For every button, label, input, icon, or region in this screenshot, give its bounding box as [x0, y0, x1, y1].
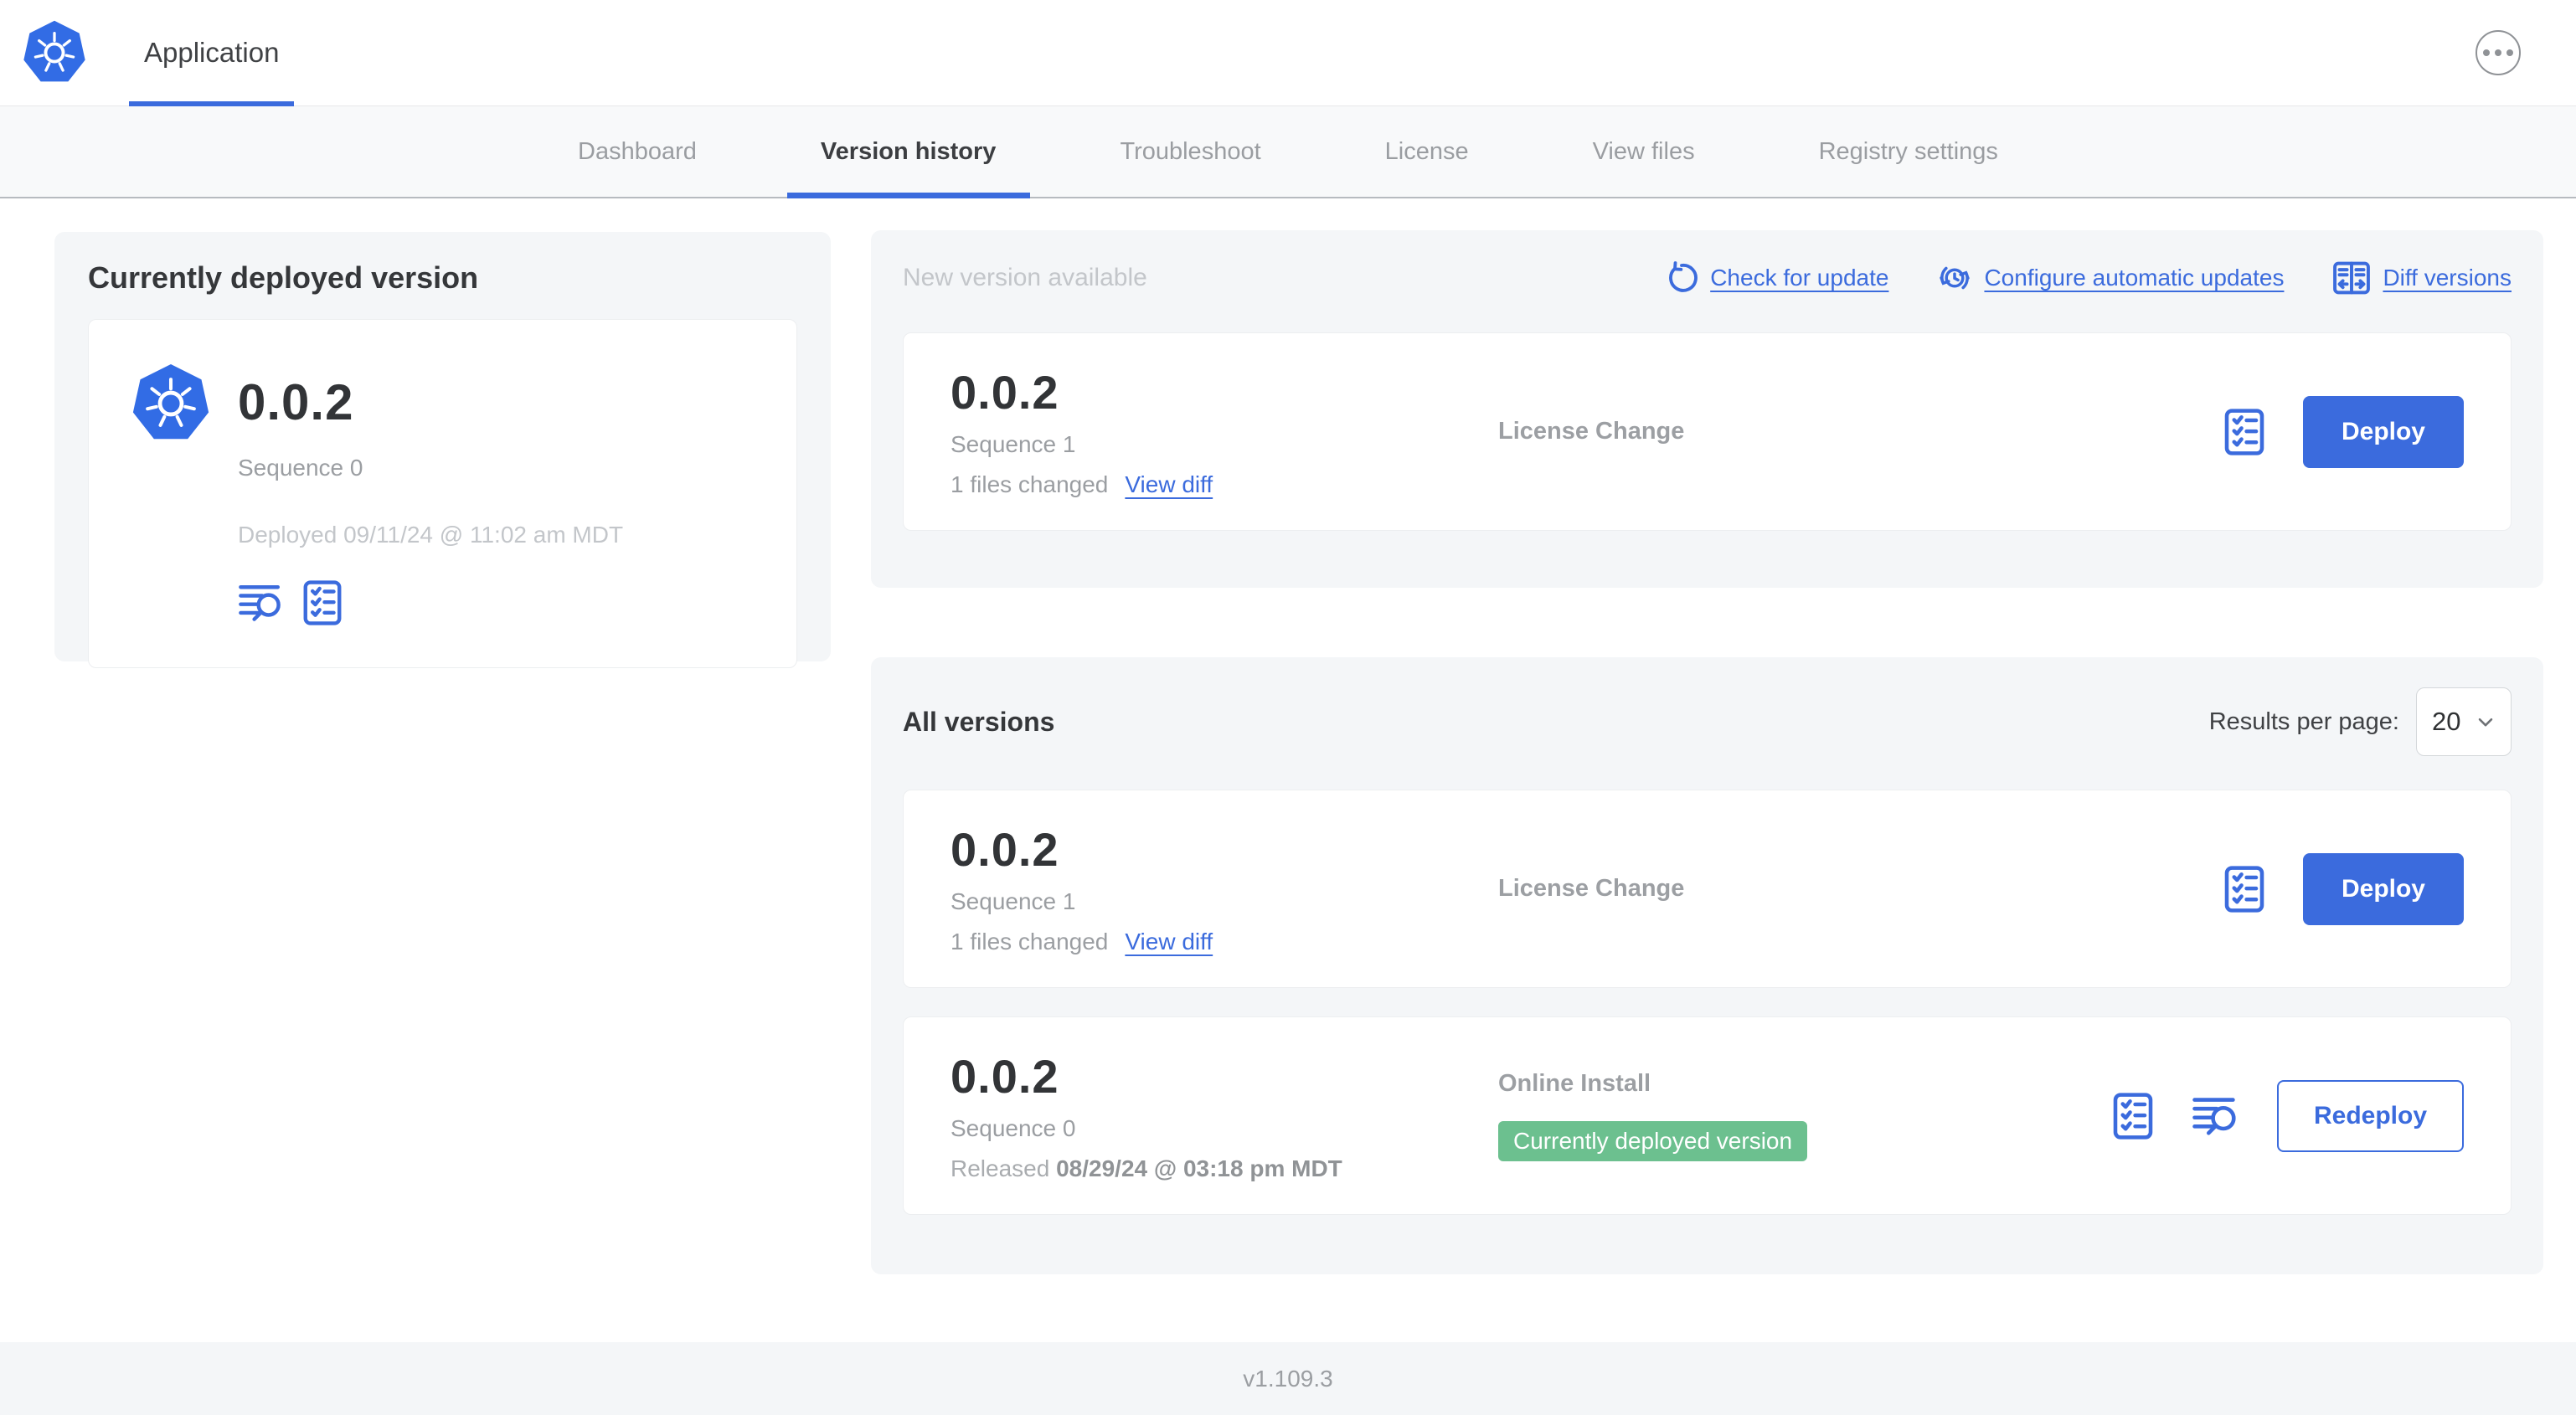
tab-version-history[interactable]: Version history: [759, 106, 1059, 197]
deploy-button[interactable]: Deploy: [2302, 852, 2464, 925]
kubernetes-logo-icon: [23, 20, 85, 82]
app-title: Application: [144, 37, 280, 68]
app-header: Application: [0, 0, 2576, 106]
new-version-card: 0.0.2 Sequence 1 1 files changed View di…: [903, 332, 2512, 531]
diff-icon: [2333, 261, 2371, 295]
refresh-icon: [1669, 261, 1698, 292]
auto-update-clock-icon: [1940, 266, 1971, 290]
all-versions-panel: All versions Results per page: 20 0.0.2 …: [871, 657, 2543, 1274]
kubernetes-app-icon: [132, 363, 209, 440]
preflight-checks-button[interactable]: [300, 579, 345, 627]
tab-license[interactable]: License: [1323, 106, 1531, 197]
version-source: Online Install: [1498, 1070, 1651, 1097]
currently-deployed-panel: Currently deployed version 0.0.2 Sequenc…: [54, 232, 831, 668]
preflight-checklist-icon: [2224, 408, 2264, 455]
more-options-button[interactable]: [2476, 30, 2521, 75]
version-number: 0.0.2: [951, 1050, 1059, 1103]
preflight-checklist-icon: [303, 580, 342, 625]
subnav: Dashboard Version history Troubleshoot L…: [0, 106, 2576, 198]
version-number: 0.0.2: [951, 823, 1059, 876]
new-version-panel: New version available Check for update C…: [871, 230, 2543, 588]
tab-troubleshoot[interactable]: Troubleshoot: [1058, 106, 1322, 197]
tab-view-files[interactable]: View files: [1531, 106, 1757, 197]
view-diff-link[interactable]: View diff: [1125, 471, 1213, 498]
preflight-checks-button[interactable]: [2221, 864, 2268, 914]
view-logs-icon: [239, 585, 281, 621]
version-source: License Change: [1498, 875, 1685, 902]
app-footer: v1.109.3: [0, 1342, 2576, 1415]
version-sequence: Sequence 0: [951, 1115, 1076, 1141]
currently-deployed-title: Currently deployed version: [88, 260, 479, 295]
all-versions-title: All versions: [903, 706, 1055, 737]
version-number: 0.0.2: [951, 366, 1059, 419]
deploy-button[interactable]: Deploy: [2302, 395, 2464, 468]
released-timestamp: Released 08/29/24 @ 03:18 pm MDT: [951, 1155, 1342, 1181]
view-logs-button[interactable]: [2192, 1093, 2242, 1139]
app-tab-application[interactable]: Application: [129, 0, 295, 106]
configure-automatic-updates-link[interactable]: Configure automatic updates: [1937, 260, 2284, 296]
version-sequence: Sequence 1: [951, 888, 1076, 914]
check-for-update-link[interactable]: Check for update: [1665, 261, 1888, 295]
version-info: 0.0.2 Sequence 0 Released 08/29/24 @ 03:…: [951, 1049, 1498, 1182]
deployed-version-info: 0.0.2 Sequence 0 Deployed 09/11/24 @ 11:…: [238, 360, 623, 627]
diff-versions-link[interactable]: Diff versions: [2332, 260, 2512, 296]
results-per-page-label: Results per page:: [2208, 708, 2399, 735]
currently-deployed-badge: Currently deployed version: [1498, 1121, 1808, 1161]
new-version-title: New version available: [903, 264, 1147, 291]
tab-registry-settings[interactable]: Registry settings: [1757, 106, 2060, 197]
new-version-info: 0.0.2 Sequence 1 1 files changed View di…: [951, 365, 1498, 498]
version-source: License Change: [1498, 418, 1685, 445]
files-changed-text: 1 files changed: [951, 471, 1109, 497]
version-sequence: Sequence 1: [951, 431, 1076, 457]
version-info: 0.0.2 Sequence 1 1 files changed View di…: [951, 822, 1498, 955]
version-row: 0.0.2 Sequence 0 Released 08/29/24 @ 03:…: [903, 1016, 2512, 1215]
view-logs-icon: [2192, 1097, 2236, 1135]
view-logs-button[interactable]: [238, 581, 286, 625]
tab-dashboard[interactable]: Dashboard: [516, 106, 759, 197]
files-changed-text: 1 files changed: [951, 929, 1109, 954]
redeploy-button[interactable]: Redeploy: [2276, 1079, 2464, 1152]
preflight-checklist-icon: [2224, 865, 2264, 913]
results-per-page-select[interactable]: 20: [2416, 687, 2512, 756]
deployed-version-number: 0.0.2: [238, 374, 354, 430]
preflight-checklist-icon: [2113, 1092, 2153, 1140]
app-tab-active-indicator: [129, 100, 295, 106]
deployed-sequence: Sequence 0: [238, 455, 363, 481]
currently-deployed-card: 0.0.2 Sequence 0 Deployed 09/11/24 @ 11:…: [88, 319, 797, 668]
deployed-timestamp: Deployed 09/11/24 @ 11:02 am MDT: [238, 522, 624, 548]
console-version: v1.109.3: [1243, 1365, 1333, 1392]
version-row: 0.0.2 Sequence 1 1 files changed View di…: [903, 790, 2512, 988]
chevron-down-icon: [2478, 718, 2493, 727]
preflight-checks-button[interactable]: [2221, 407, 2268, 457]
preflight-checks-button[interactable]: [2110, 1091, 2156, 1141]
view-diff-link[interactable]: View diff: [1125, 929, 1213, 955]
ellipsis-icon: [2483, 49, 2490, 56]
